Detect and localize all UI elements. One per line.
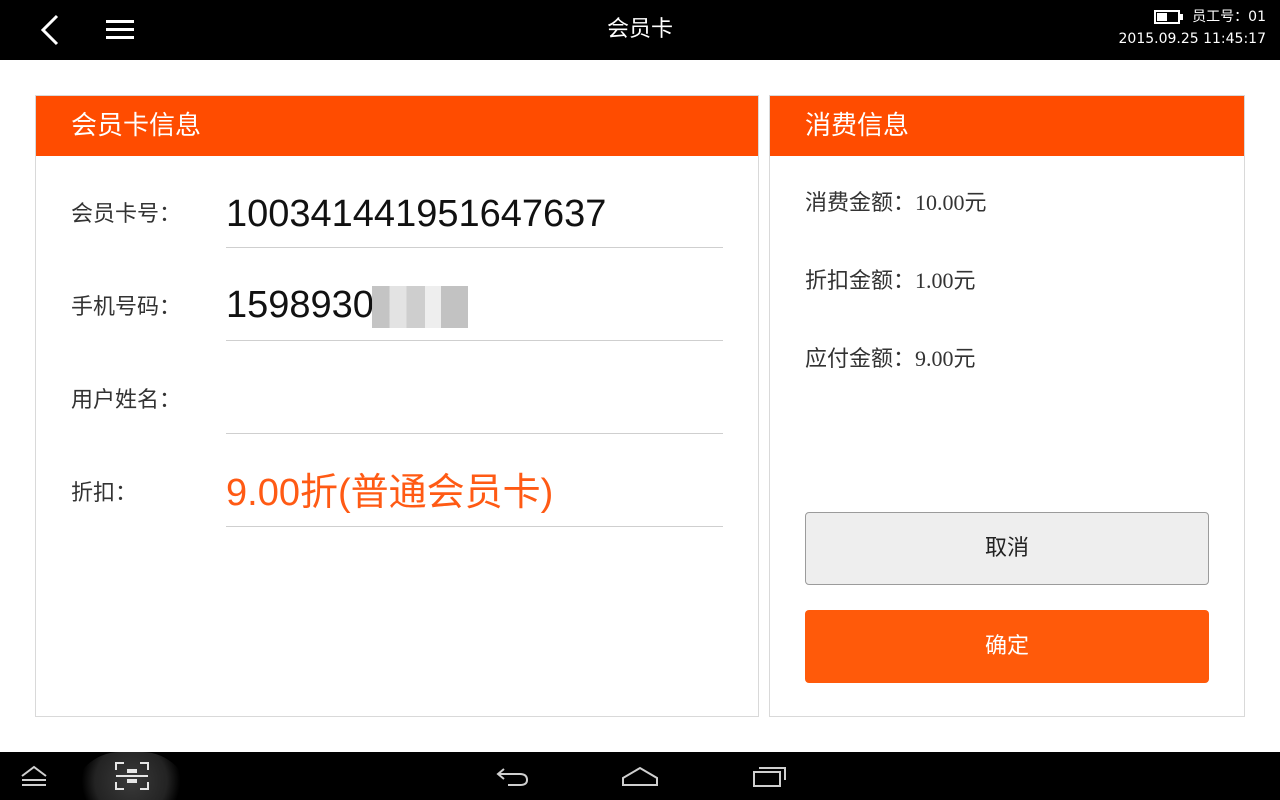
discount-row: 折扣： 9.00折(普通会员卡) [36,435,760,528]
discount-label: 折扣： [71,481,138,506]
battery-icon [1154,10,1184,24]
divider [226,247,723,248]
user-name-row: 用户姓名： [36,342,760,435]
nav-back-icon[interactable] [490,752,534,800]
amount-line: 消费金额：10.00元 [805,188,987,219]
discount-amount-value: 1.00元 [915,268,976,293]
status-area: 员工号：01 2015.09.25 11:45:17 [1119,6,1267,50]
member-card-header: 会员卡信息 [36,96,758,156]
recent-apps-icon[interactable] [748,752,792,800]
phone-number: 1598930 [226,284,374,326]
scan-icon[interactable] [100,752,164,800]
page-title: 会员卡 [606,17,673,42]
payable-label: 应付金额： [805,347,916,372]
system-nav-bar [0,752,1280,800]
amount-value: 10.00元 [915,190,987,215]
hide-bar-icon[interactable] [0,752,68,800]
card-number-value: 100341441951647637 [226,193,607,235]
divider [226,433,723,434]
consumption-panel: 消费信息 消费金额：10.00元 折扣金额：1.00元 应付金额：9.00元 取… [769,95,1245,717]
redacted-mosaic [371,285,468,328]
discount-amount-label: 折扣金额： [805,269,916,294]
phone-value: 1598930 [226,283,468,328]
user-name-label: 用户姓名： [71,388,182,413]
discount-amount-line: 折扣金额：1.00元 [805,266,976,297]
payable-line: 应付金额：9.00元 [805,344,976,375]
discount-value: 9.00折(普通会员卡) [226,472,554,514]
member-card-panel: 会员卡信息 会员卡号： 100341441951647637 手机号码： 159… [35,95,759,717]
cancel-button[interactable]: 取消 [805,512,1209,585]
confirm-button[interactable]: 确定 [805,610,1209,683]
phone-label: 手机号码： [71,295,182,320]
consumption-header: 消费信息 [770,96,1244,156]
card-number-label: 会员卡号： [71,202,182,227]
phone-row: 手机号码： 1598930 [36,249,760,342]
card-number-row: 会员卡号： 100341441951647637 [36,156,760,249]
employee-id: 员工号：01 [1192,9,1266,25]
amount-label: 消费金额： [805,191,916,216]
top-bar: 会员卡 员工号：01 2015.09.25 11:45:17 [0,0,1280,60]
divider [226,340,723,341]
datetime: 2015.09.25 11:45:17 [1118,31,1267,47]
payable-value: 9.00元 [915,346,976,371]
home-icon[interactable] [618,752,662,800]
divider [226,526,723,527]
